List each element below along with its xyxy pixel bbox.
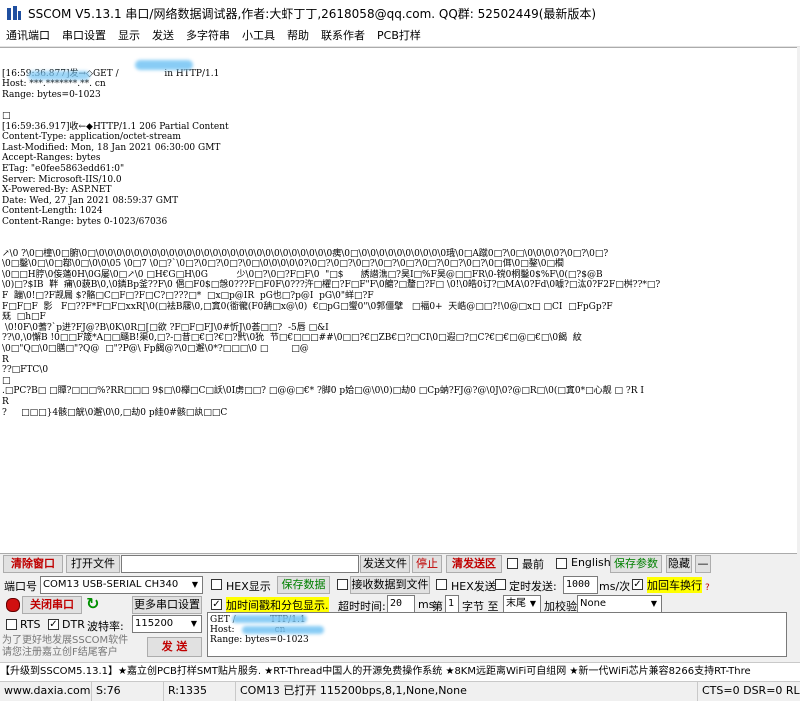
clear-send-button[interactable]: 清发送区 [446,555,502,573]
menu-serial-settings[interactable]: 串口设置 [56,26,112,46]
checksum-select[interactable]: None ▼ [577,595,662,613]
menu-display[interactable]: 显示 [112,26,146,46]
menu-comm-port[interactable]: 通讯端口 [0,26,56,46]
dtr-label: DTR [62,618,85,631]
app-logo-icon [6,5,22,21]
redaction-mask [135,60,193,70]
window-title: SSCOM V5.13.1 串口/网络数据调试器,作者:大虾丁丁,2618058… [28,6,597,21]
status-site[interactable]: www.daxia.com [0,682,92,701]
baud-value: 115200 [135,618,174,629]
save-data-button[interactable]: 保存数据 [277,576,330,594]
clear-window-button[interactable]: 清除窗口 [3,555,63,573]
status-port-state: COM13 已打开 115200bps,8,1,None,None [236,682,698,701]
timestamp-label: 加时间戳和分包显示. [226,597,329,613]
rts-label: RTS [20,618,41,631]
dropdown-arrow-icon[interactable]: ▼ [647,596,661,612]
hex-display-label: HEX显示 [226,580,271,593]
send-file-button[interactable]: 发送文件 [360,555,410,573]
more-serial-settings-button[interactable]: 更多串口设置 [132,596,202,614]
interval-input[interactable]: 1000 [563,576,598,594]
open-file-button[interactable]: 打开文件 [66,555,120,573]
interval-unit: ms/次 [599,580,631,593]
hex-send-checkbox[interactable] [436,579,447,590]
rts-checkbox[interactable] [6,619,17,630]
timed-send-label: 定时发送: [509,580,557,593]
close-port-button[interactable]: 关闭串口 [22,596,82,614]
status-recv-count: R:1335 [164,682,236,701]
status-sent-count: S:76 [92,682,164,701]
port-label: 端口号 [4,580,37,593]
append-newline-label: 加回车换行 [647,577,702,593]
menu-tools[interactable]: 小工具 [236,26,281,46]
redaction-mask [242,626,324,634]
dropdown-arrow-icon[interactable]: ▼ [526,596,540,612]
menu-send[interactable]: 发送 [146,26,180,46]
english-checkbox[interactable] [556,558,567,569]
help-question-icon[interactable]: ? [705,583,710,593]
send-button[interactable]: 发 送 [147,637,202,657]
front-most-label: 最前 [522,558,544,571]
baud-label: 波特率: [87,620,124,633]
hex-display-checkbox[interactable] [211,579,222,590]
recv-to-file-checkbox[interactable] [337,579,348,590]
dropdown-arrow-icon[interactable]: ▼ [187,616,201,632]
byte-end-select[interactable]: 末尾 ▼ [503,595,541,613]
minus-button[interactable]: — [695,555,711,573]
timestamp-checkbox[interactable]: ✓ [211,599,222,610]
status-bar: www.daxia.com S:76 R:1335 COM13 已打开 1152… [0,681,800,701]
byte-index-input[interactable]: 1 [445,595,459,613]
timed-send-checkbox[interactable] [495,579,506,590]
port-status-led-icon [6,598,20,612]
terminal-text: [16:59:36.877]发→◇GET / in HTTP/1.1 Host:… [2,68,661,418]
title-bar: SSCOM V5.13.1 串口/网络数据调试器,作者:大虾丁丁,2618058… [0,0,800,26]
english-label: English [571,556,611,569]
port-select[interactable]: COM13 USB-SERIAL CH340 ▼ [40,576,203,594]
stop-button[interactable]: 停止 [412,555,442,573]
hex-send-label: HEX发送 [451,580,496,593]
expand-button[interactable]: 隐藏 [666,555,692,573]
redaction-mask [28,71,90,80]
front-most-checkbox[interactable] [507,558,518,569]
save-params-button[interactable]: 保存参数 [610,555,662,573]
port-value: COM13 USB-SERIAL CH340 [43,579,179,590]
byte-end-value: 末尾 [506,598,526,609]
menu-multi-string[interactable]: 多字符串 [180,26,236,46]
file-path-input[interactable] [121,555,359,573]
checksum-value: None [580,598,607,609]
promo-text[interactable]: 为了更好地发展SSCOM软件 请您注册嘉立创F结尾客户 [2,635,128,659]
redaction-mask [232,615,307,623]
dropdown-arrow-icon[interactable]: ▼ [188,577,202,593]
ad-strip[interactable]: 【升级到SSCOM5.13.1】★嘉立创PCB打样SMT贴片服务. ★RT-Th… [0,662,800,681]
baud-select[interactable]: 115200 ▼ [132,615,202,633]
menu-pcb[interactable]: PCB打样 [371,26,427,46]
status-lines: CTS=0 DSR=0 RLS [702,684,800,697]
recv-to-file-button[interactable]: 接收数据到文件 [350,576,430,594]
append-newline-checkbox[interactable]: ✓ [632,579,643,590]
dtr-checkbox[interactable]: ✓ [48,619,59,630]
receive-terminal[interactable]: [16:59:36.877]发→◇GET / in HTTP/1.1 Host:… [0,47,797,554]
refresh-icon[interactable]: ↻ [86,594,99,613]
menu-bar: 通讯端口 串口设置 显示 发送 多字符串 小工具 帮助 联系作者 PCB打样 [0,26,800,47]
timeout-input[interactable]: 20 [387,595,415,613]
menu-help[interactable]: 帮助 [281,26,315,46]
menu-contact-author[interactable]: 联系作者 [315,26,371,46]
